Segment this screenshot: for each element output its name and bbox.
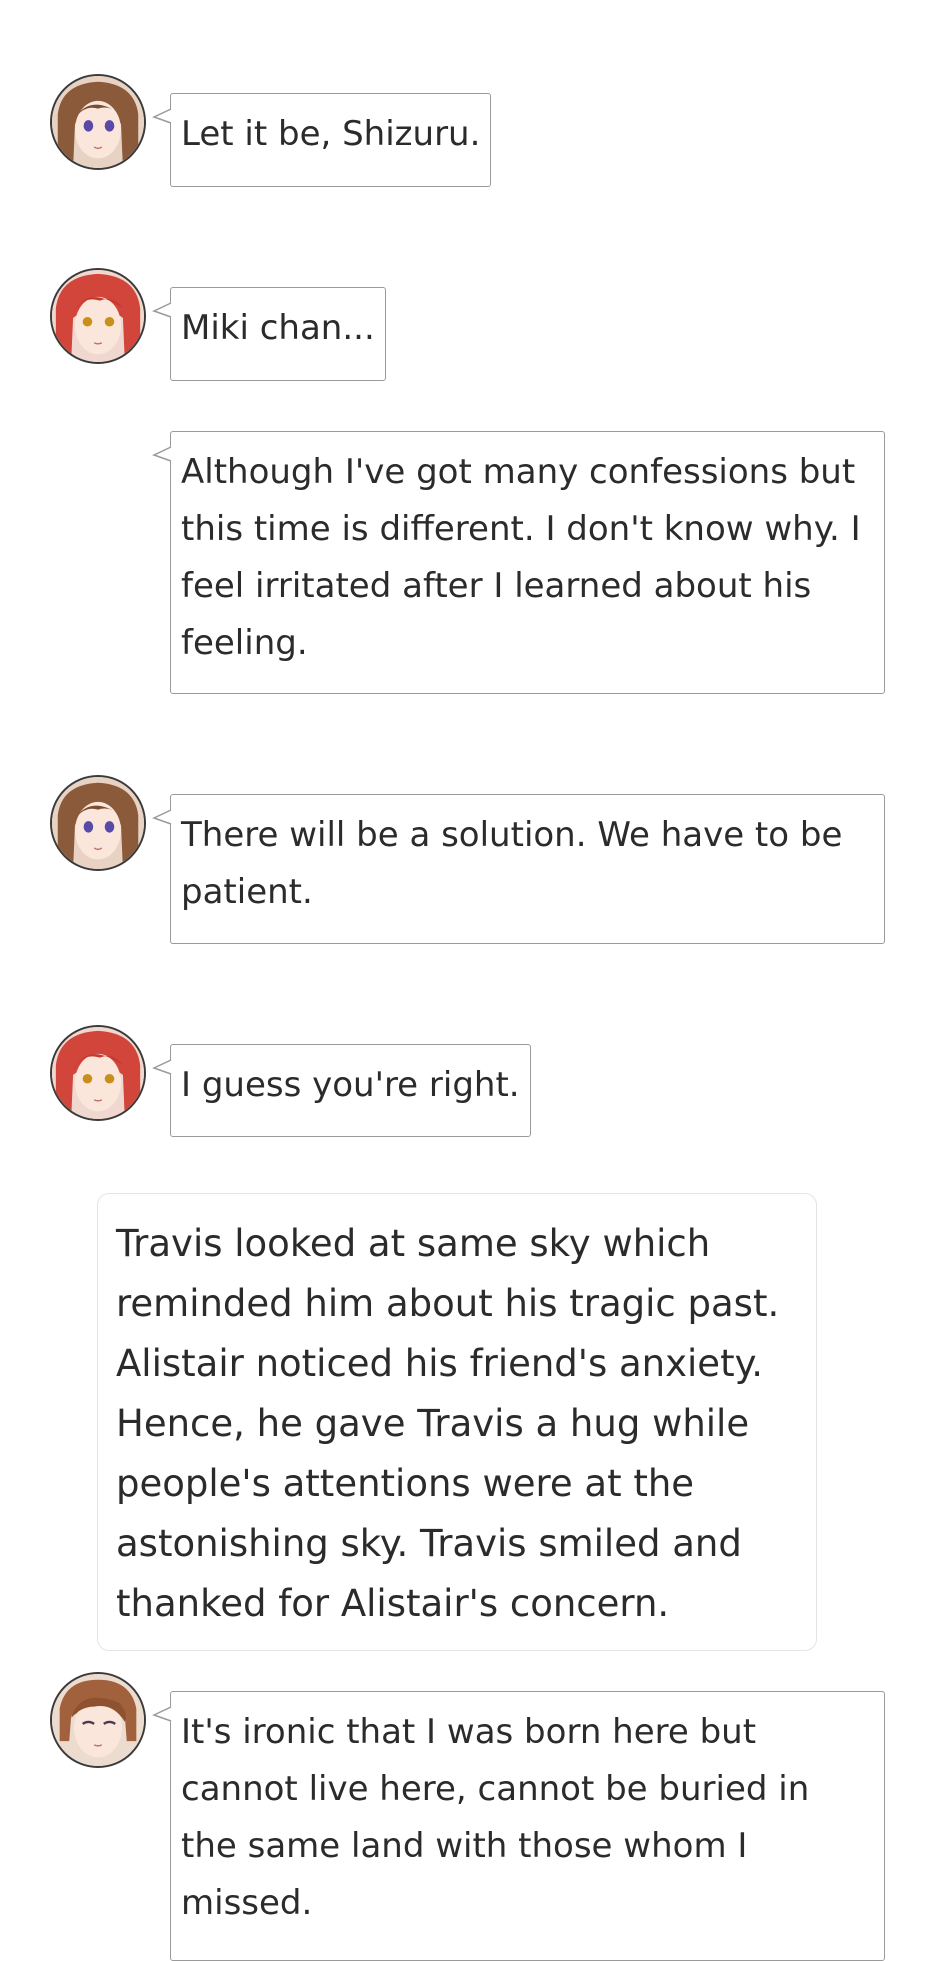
avatar-brown-haired-boy: [50, 1672, 146, 1768]
brown-haired-girl-avatar-icon: [52, 777, 144, 869]
message-text: Let it be, Shizuru.: [181, 114, 481, 154]
message-text: It's ironic that I was born here but can…: [181, 1712, 810, 1923]
bubble-tail-icon: [152, 446, 172, 462]
narration-box: Travis looked at same sky which reminded…: [97, 1193, 817, 1651]
message-text: Although I've got many confessions but t…: [181, 452, 861, 663]
avatar-brown-haired-girl: [50, 74, 146, 170]
brown-haired-girl-avatar-icon: [52, 76, 144, 168]
bubble-tail-icon: [152, 1059, 172, 1075]
bubble-tail-icon: [152, 1706, 172, 1722]
message-bubble: It's ironic that I was born here but can…: [152, 1691, 885, 1961]
message-bubble: Miki chan...: [152, 287, 386, 381]
bubble-tail-icon: [152, 108, 172, 124]
bubble-tail-icon: [152, 809, 172, 825]
avatar-red-haired-girl: [50, 268, 146, 364]
narration-text: Travis looked at same sky which reminded…: [116, 1222, 780, 1625]
message-text: Miki chan...: [181, 308, 375, 348]
brown-haired-boy-avatar-icon: [52, 1674, 144, 1766]
message-bubble: Although I've got many confessions but t…: [152, 431, 885, 694]
message-bubble: I guess you're right.: [152, 1044, 531, 1137]
avatar-brown-haired-girl: [50, 775, 146, 871]
message-text: There will be a solution. We have to be …: [181, 815, 843, 912]
red-haired-girl-avatar-icon: [52, 1027, 144, 1119]
message-bubble: There will be a solution. We have to be …: [152, 794, 885, 944]
avatar-red-haired-girl: [50, 1025, 146, 1121]
red-haired-girl-avatar-icon: [52, 270, 144, 362]
bubble-tail-icon: [152, 302, 172, 318]
message-bubble: Let it be, Shizuru.: [152, 93, 492, 187]
message-text: I guess you're right.: [181, 1065, 520, 1105]
